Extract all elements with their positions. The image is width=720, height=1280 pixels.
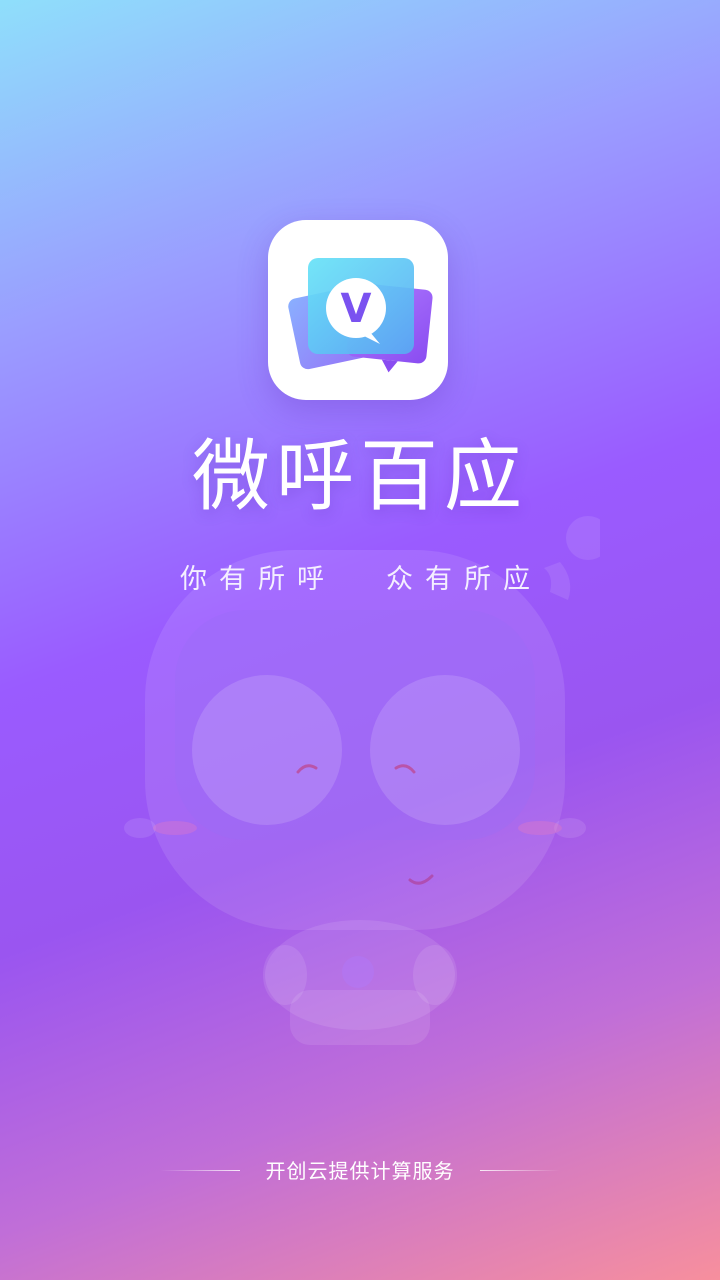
footer-provider-text: 开创云提供计算服务 <box>265 1159 455 1183</box>
chat-bubbles-v-icon: V <box>288 258 433 373</box>
slogan-right: 众有所应 <box>386 564 542 595</box>
slogan-left: 你有所呼 <box>180 564 336 595</box>
app-title: 微呼百应 <box>191 432 528 522</box>
footer: 开创云提供计算服务 <box>0 1155 720 1187</box>
app-icon: V <box>268 220 448 400</box>
icon-letter: V <box>341 286 372 332</box>
footer-divider-right <box>480 1170 560 1171</box>
splash-screen: V 微呼百应 你有所呼 众有所应 开创云提供计算服务 <box>0 0 720 1280</box>
footer-divider-left <box>160 1170 240 1171</box>
